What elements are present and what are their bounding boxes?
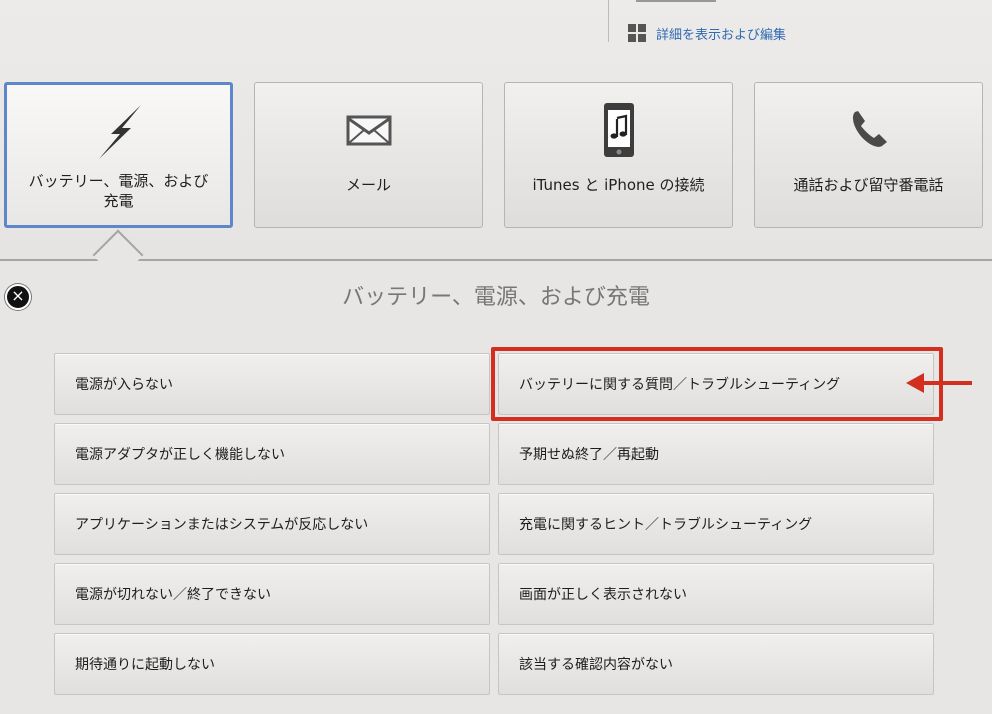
category-itunes-connection[interactable]: iTunes と iPhone の接続 xyxy=(504,82,733,228)
header-fragment xyxy=(636,0,716,2)
category-battery[interactable]: バッテリー、電源、および充電 xyxy=(4,82,233,228)
red-arrow-shaft xyxy=(922,381,972,385)
category-mail[interactable]: メール xyxy=(254,82,483,228)
header-divider xyxy=(608,0,609,42)
panel-title: バッテリー、電源、および充電 xyxy=(342,285,650,310)
grid-icon xyxy=(628,24,648,42)
music-phone-icon xyxy=(505,101,732,159)
topic-charging-tips[interactable]: 充電に関するヒント／トラブルシューティング xyxy=(498,493,934,555)
details-edit-label: 詳細を表示および編集 xyxy=(656,27,787,43)
category-battery-label: バッテリー、電源、および充電 xyxy=(28,172,209,210)
category-itunes-label: iTunes と iPhone の接続 xyxy=(532,176,705,194)
category-phone-label: 通話および留守番電話 xyxy=(793,176,944,194)
topic-display-issue[interactable]: 画面が正しく表示されない xyxy=(498,563,934,625)
topic-unexpected-restart[interactable]: 予期せぬ終了／再起動 xyxy=(498,423,934,485)
red-arrow-icon xyxy=(906,373,924,393)
topic-power-adapter[interactable]: 電源アダプタが正しく機能しない xyxy=(54,423,490,485)
topic-cannot-shutdown[interactable]: 電源が切れない／終了できない xyxy=(54,563,490,625)
lightning-bolt-icon xyxy=(7,103,230,161)
topic-app-unresponsive[interactable]: アプリケーションまたはシステムが反応しない xyxy=(54,493,490,555)
envelope-icon xyxy=(255,101,482,159)
details-edit-link[interactable]: 詳細を表示および編集 xyxy=(628,23,786,43)
topic-none-applicable[interactable]: 該当する確認内容がない xyxy=(498,633,934,695)
category-mail-label: メール xyxy=(345,176,391,194)
phone-handset-icon xyxy=(755,101,982,159)
topic-startup-issue[interactable]: 期待通りに起動しない xyxy=(54,633,490,695)
topic-no-power[interactable]: 電源が入らない xyxy=(54,353,490,415)
category-phone-voicemail[interactable]: 通話および留守番電話 xyxy=(754,82,983,228)
topic-battery-troubleshooting[interactable]: バッテリーに関する質問／トラブルシューティング xyxy=(498,353,934,415)
